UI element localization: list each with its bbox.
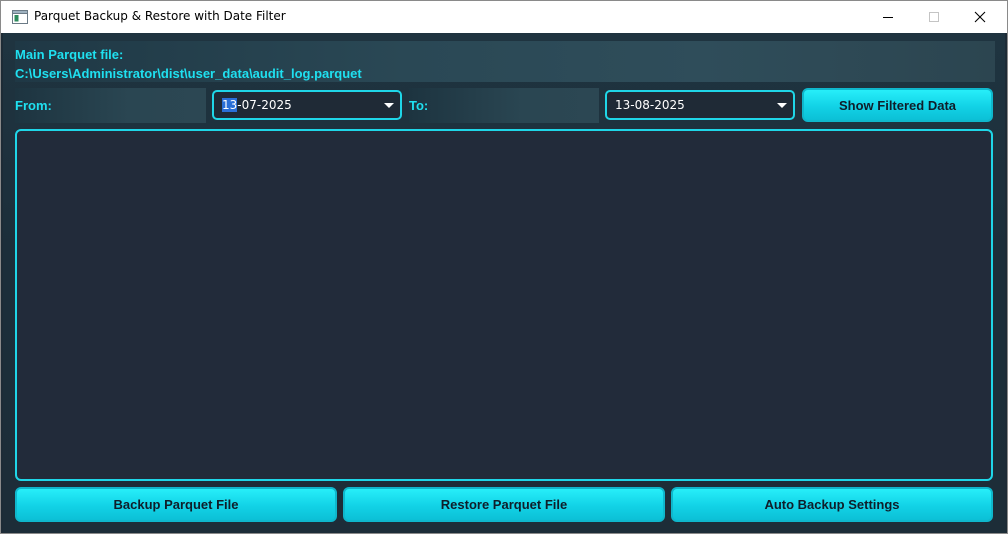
from-date-picker[interactable]: 13 -07-2025 — [212, 90, 402, 120]
restore-button[interactable]: Restore Parquet File — [343, 487, 665, 522]
from-label: From: — [15, 88, 206, 123]
window-title: Parquet Backup & Restore with Date Filte… — [34, 9, 286, 23]
show-filtered-data-button[interactable]: Show Filtered Data — [802, 88, 993, 122]
chevron-down-icon[interactable] — [384, 103, 394, 108]
to-label: To: — [409, 88, 599, 123]
from-date-selected-segment: 13 — [222, 98, 238, 112]
to-date-picker[interactable]: 13-08-2025 — [605, 90, 795, 120]
minimize-icon[interactable] — [865, 1, 911, 33]
from-date-text: -07-2025 — [237, 98, 292, 112]
to-date-text: 13-08-2025 — [615, 98, 685, 112]
file-path: C:\Users\Administrator\dist\user_data\au… — [15, 66, 362, 81]
file-label: Main Parquet file: — [15, 47, 124, 62]
file-info-panel: Main Parquet file: C:\Users\Administrato… — [15, 41, 995, 82]
backup-button[interactable]: Backup Parquet File — [15, 487, 337, 522]
main-content: Main Parquet file: C:\Users\Administrato… — [3, 33, 1005, 533]
auto-backup-settings-button[interactable]: Auto Backup Settings — [671, 487, 993, 522]
close-icon[interactable] — [957, 1, 1003, 33]
data-display-area[interactable] — [15, 129, 993, 481]
chevron-down-icon[interactable] — [777, 103, 787, 108]
app-icon — [12, 10, 28, 24]
maximize-icon — [911, 1, 957, 33]
app-window: Parquet Backup & Restore with Date Filte… — [0, 0, 1008, 534]
title-bar[interactable]: Parquet Backup & Restore with Date Filte… — [1, 1, 1007, 33]
